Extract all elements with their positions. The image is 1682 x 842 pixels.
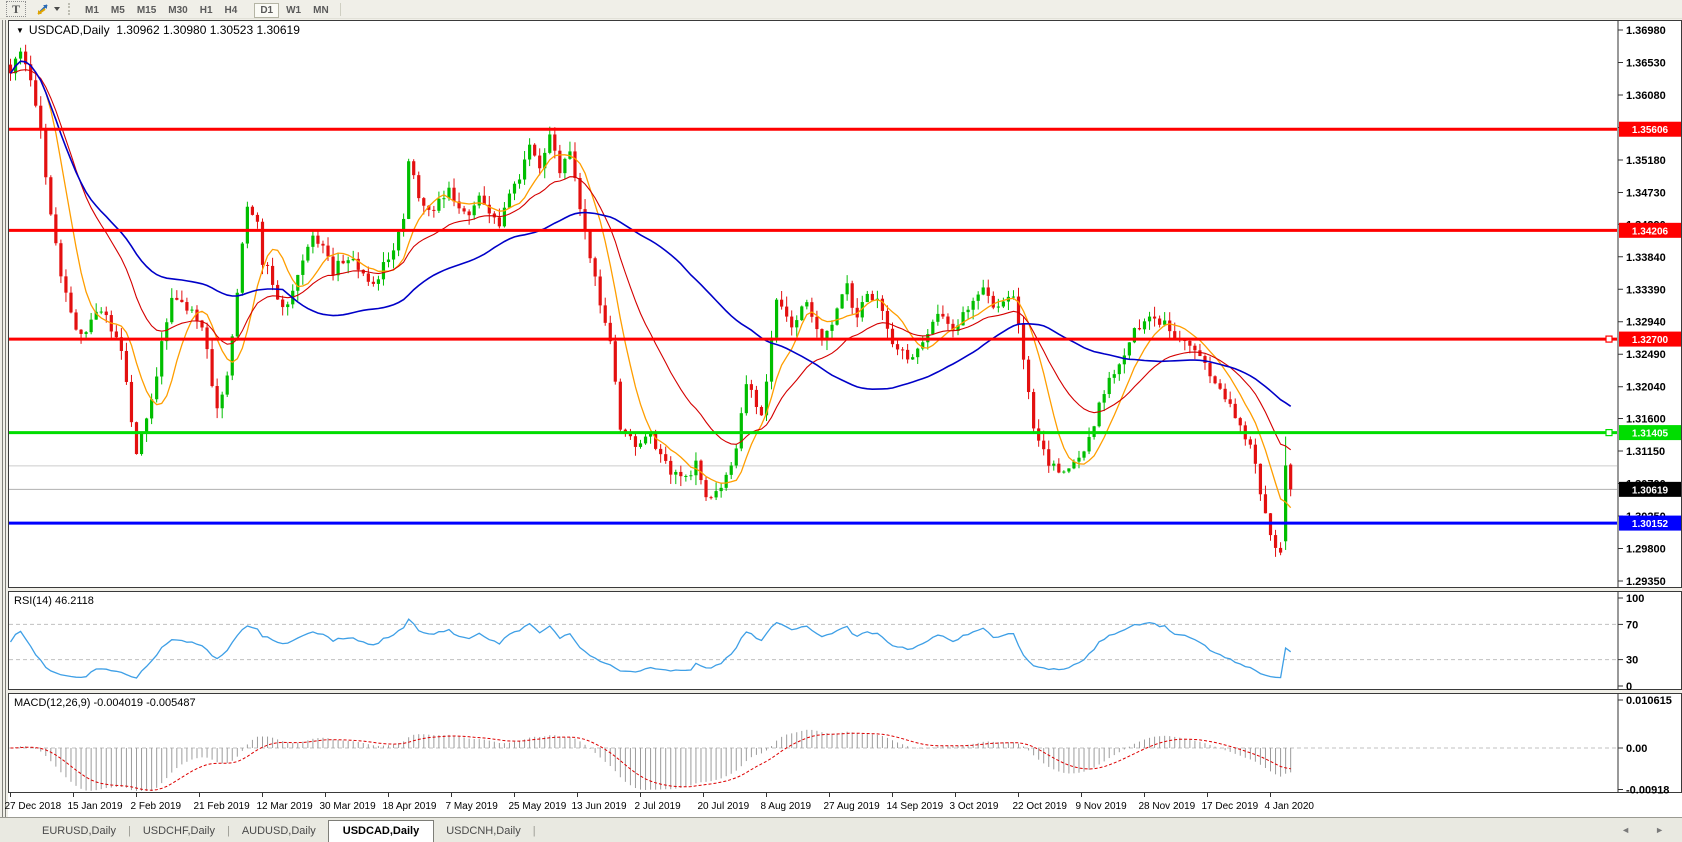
svg-text:2 Jul 2019: 2 Jul 2019 bbox=[635, 801, 682, 812]
svg-text:30 Mar 2019: 30 Mar 2019 bbox=[320, 801, 377, 812]
chart-symbol-period: USDCAD,Daily bbox=[28, 23, 110, 37]
macd-plot[interactable]: 0.010615 0.00 -0.00918 bbox=[9, 694, 1672, 797]
collapse-triangle-icon[interactable]: ▼ bbox=[16, 26, 24, 35]
line-handle[interactable] bbox=[1605, 335, 1613, 343]
ma-line-mid[interactable] bbox=[10, 69, 1292, 451]
tab-usdcad-daily[interactable]: USDCAD,Daily bbox=[327, 820, 435, 842]
svg-text:20 Jul 2019: 20 Jul 2019 bbox=[698, 801, 750, 812]
svg-text:21 Feb 2019: 21 Feb 2019 bbox=[194, 801, 251, 812]
rsi-line bbox=[9, 618, 1292, 679]
macd-label: MACD(12,26,9) -0.004019 -0.005487 bbox=[14, 697, 196, 709]
chart-header: ▼ USDCAD,Daily 1.30962 1.30980 1.30523 1.… bbox=[16, 23, 300, 37]
svg-text:1.36080: 1.36080 bbox=[1626, 90, 1666, 102]
svg-text:17 Dec 2019: 17 Dec 2019 bbox=[1202, 801, 1259, 812]
svg-text:7 May 2019: 7 May 2019 bbox=[446, 801, 499, 812]
price-line-badge: 1.30152 bbox=[1632, 519, 1669, 530]
svg-text:4 Jan 2020: 4 Jan 2020 bbox=[1265, 801, 1315, 812]
tab-bar: EURUSD,Daily | USDCHF,Daily | AUDUSD,Daily US… bbox=[0, 817, 1682, 842]
svg-text:1.34730: 1.34730 bbox=[1626, 187, 1666, 199]
price-line-badge: 1.30619 bbox=[1632, 485, 1669, 496]
svg-text:1.35180: 1.35180 bbox=[1626, 155, 1666, 167]
date-axis-labels[interactable]: 27 Dec 2018 15 Jan 2019 2 Feb 2019 21 Feb 2… bbox=[5, 793, 1315, 812]
tab-separator: | bbox=[532, 825, 536, 837]
svg-text:14 Sep 2019: 14 Sep 2019 bbox=[887, 801, 944, 812]
price-line-badge: 1.35606 bbox=[1632, 125, 1669, 136]
mt4-window: T M1 M5 M15 M30 H1 H4 D1 W1 MN 100 70 30 0 0.010615 0… bbox=[0, 0, 1682, 842]
price-plot[interactable] bbox=[8, 44, 1617, 557]
tab-usdchf-daily[interactable]: USDCHF,Daily bbox=[131, 821, 227, 842]
price-axis[interactable]: 1.369801.365301.360801.356301.351801.347… bbox=[1617, 21, 1681, 588]
svg-text:-0.00918: -0.00918 bbox=[1626, 785, 1669, 797]
svg-text:70: 70 bbox=[1626, 619, 1638, 631]
svg-text:1.31150: 1.31150 bbox=[1626, 446, 1665, 458]
tab-scroll-right-icon[interactable]: ► bbox=[1655, 825, 1664, 835]
svg-text:1.36530: 1.36530 bbox=[1626, 57, 1666, 69]
svg-text:1.29800: 1.29800 bbox=[1626, 544, 1666, 556]
ohlc-low: 1.30523 bbox=[209, 23, 254, 37]
svg-text:18 Apr 2019: 18 Apr 2019 bbox=[383, 801, 437, 812]
svg-text:0.010615: 0.010615 bbox=[1626, 695, 1672, 707]
svg-text:1.36980: 1.36980 bbox=[1626, 25, 1666, 37]
svg-text:9 Nov 2019: 9 Nov 2019 bbox=[1076, 801, 1128, 812]
price-line-badge: 1.32700 bbox=[1632, 335, 1669, 346]
chart-canvas[interactable]: 100 70 30 0 0.010615 0.00 -0.00918 1.36980 1.365… bbox=[0, 0, 1682, 842]
svg-text:1.32940: 1.32940 bbox=[1626, 317, 1666, 329]
rsi-label: RSI(14) 46.2118 bbox=[14, 595, 94, 607]
chart-tabs: EURUSD,Daily | USDCHF,Daily | AUDUSD,Daily US… bbox=[30, 820, 536, 842]
ohlc-open: 1.30962 bbox=[116, 23, 160, 37]
svg-text:1.32040: 1.32040 bbox=[1626, 382, 1666, 394]
svg-text:27 Dec 2018: 27 Dec 2018 bbox=[5, 801, 62, 812]
svg-text:13 Jun 2019: 13 Jun 2019 bbox=[572, 801, 627, 812]
svg-text:22 Oct 2019: 22 Oct 2019 bbox=[1013, 801, 1068, 812]
svg-text:3 Oct 2019: 3 Oct 2019 bbox=[950, 801, 999, 812]
svg-text:1.29350: 1.29350 bbox=[1626, 576, 1666, 588]
svg-text:0: 0 bbox=[1626, 681, 1632, 693]
tab-eurusd-daily[interactable]: EURUSD,Daily bbox=[30, 821, 128, 842]
svg-text:27 Aug 2019: 27 Aug 2019 bbox=[824, 801, 881, 812]
ohlc-close: 1.30619 bbox=[256, 23, 300, 37]
tab-usdcnh-daily[interactable]: USDCNH,Daily bbox=[434, 821, 533, 842]
tab-audusd-daily[interactable]: AUDUSD,Daily bbox=[230, 821, 328, 842]
svg-text:15 Jan 2019: 15 Jan 2019 bbox=[68, 801, 123, 812]
rsi-plot[interactable]: 100 70 30 0 bbox=[9, 592, 1644, 693]
svg-text:25 May 2019: 25 May 2019 bbox=[509, 801, 567, 812]
svg-text:100: 100 bbox=[1626, 593, 1644, 605]
line-handle[interactable] bbox=[1605, 428, 1613, 437]
svg-text:30: 30 bbox=[1626, 655, 1638, 667]
svg-text:28 Nov 2019: 28 Nov 2019 bbox=[1139, 801, 1196, 812]
svg-text:1.33390: 1.33390 bbox=[1626, 284, 1666, 296]
ma-line-slow[interactable] bbox=[9, 60, 1292, 407]
svg-text:1.31600: 1.31600 bbox=[1626, 414, 1666, 426]
svg-text:1.33840: 1.33840 bbox=[1626, 252, 1666, 264]
ohlc-high: 1.30980 bbox=[163, 23, 207, 37]
tab-scroll-left-icon[interactable]: ◄ bbox=[1621, 825, 1630, 835]
svg-text:12 Mar 2019: 12 Mar 2019 bbox=[257, 801, 314, 812]
price-line-badge: 1.34206 bbox=[1632, 226, 1669, 237]
price-line-badge: 1.31405 bbox=[1632, 429, 1669, 440]
svg-text:0.00: 0.00 bbox=[1626, 743, 1647, 755]
svg-text:2 Feb 2019: 2 Feb 2019 bbox=[131, 801, 182, 812]
svg-text:8 Aug 2019: 8 Aug 2019 bbox=[761, 801, 812, 812]
svg-text:1.32490: 1.32490 bbox=[1626, 349, 1666, 361]
